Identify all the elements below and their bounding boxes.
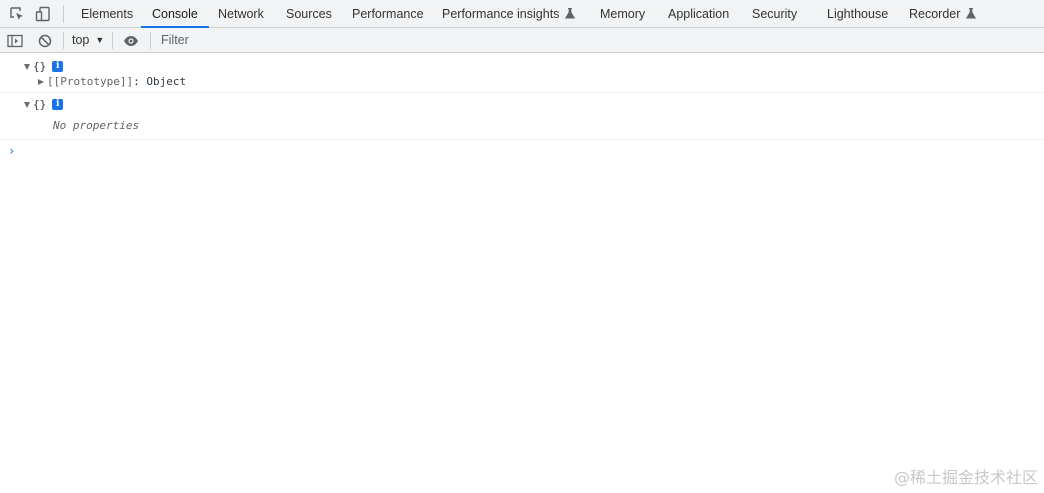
chevron-down-icon: ▼ <box>95 35 105 45</box>
info-icon[interactable]: i <box>52 61 64 72</box>
toolbar-divider <box>150 32 151 49</box>
tab-performance-insights[interactable]: Performance insights <box>442 0 576 27</box>
expand-triangle-icon[interactable] <box>24 63 30 70</box>
console-message: {} i [[Prototype]] : Object <box>0 54 1044 93</box>
sidebar-toggle-icon[interactable] <box>5 31 25 50</box>
filter-input[interactable] <box>156 30 1042 50</box>
eye-icon[interactable] <box>121 31 141 50</box>
property-value: Object <box>146 75 187 88</box>
object-summary-row[interactable]: {} i <box>24 60 64 73</box>
console-message: {} i No properties <box>0 93 1044 140</box>
console-output: {} i [[Prototype]] : Object {} i No prop… <box>0 54 1044 493</box>
object-property-row[interactable]: [[Prototype]] : Object <box>38 75 186 88</box>
tab-performance[interactable]: Performance <box>352 0 424 27</box>
tab-console[interactable]: Console <box>141 0 209 28</box>
watermark: @稀土掘金技术社区 <box>893 468 1038 487</box>
tab-memory[interactable]: Memory <box>600 0 645 27</box>
toolbar-divider <box>112 32 113 49</box>
experiment-flask-icon <box>966 8 977 19</box>
tab-network[interactable]: Network <box>218 0 264 27</box>
tab-lighthouse[interactable]: Lighthouse <box>827 0 888 27</box>
toolbar-divider <box>63 5 64 23</box>
tab-application[interactable]: Application <box>668 0 729 27</box>
property-key: [[Prototype]] <box>47 75 134 88</box>
console-toolbar: top ▼ <box>0 28 1044 53</box>
device-toolbar-icon[interactable] <box>34 5 52 23</box>
no-properties-text: No properties <box>53 119 140 132</box>
toolbar-divider <box>63 32 64 49</box>
collapse-triangle-icon[interactable] <box>38 78 44 85</box>
experiment-flask-icon <box>565 8 576 19</box>
object-summary: {} <box>33 98 47 111</box>
clear-console-icon[interactable] <box>35 31 55 50</box>
tab-performance-insights-label: Performance insights <box>442 6 560 21</box>
expand-triangle-icon[interactable] <box>24 101 30 108</box>
tab-security[interactable]: Security <box>752 0 797 27</box>
tab-sources[interactable]: Sources <box>286 0 332 27</box>
property-separator: : <box>133 75 147 88</box>
tab-recorder[interactable]: Recorder <box>909 0 977 27</box>
tab-recorder-label: Recorder <box>909 6 961 21</box>
object-summary-row[interactable]: {} i <box>24 98 64 111</box>
devtools-window: Elements Console Network Sources Perform… <box>0 0 1044 493</box>
info-icon[interactable]: i <box>52 99 64 110</box>
context-selector[interactable]: top ▼ <box>72 28 104 52</box>
inspect-element-icon[interactable] <box>8 5 26 23</box>
object-summary: {} <box>33 60 47 73</box>
console-prompt[interactable]: › <box>8 144 15 158</box>
tab-elements[interactable]: Elements <box>81 0 133 27</box>
context-selector-value: top <box>72 33 90 47</box>
devtools-tab-bar: Elements Console Network Sources Perform… <box>0 0 1044 28</box>
